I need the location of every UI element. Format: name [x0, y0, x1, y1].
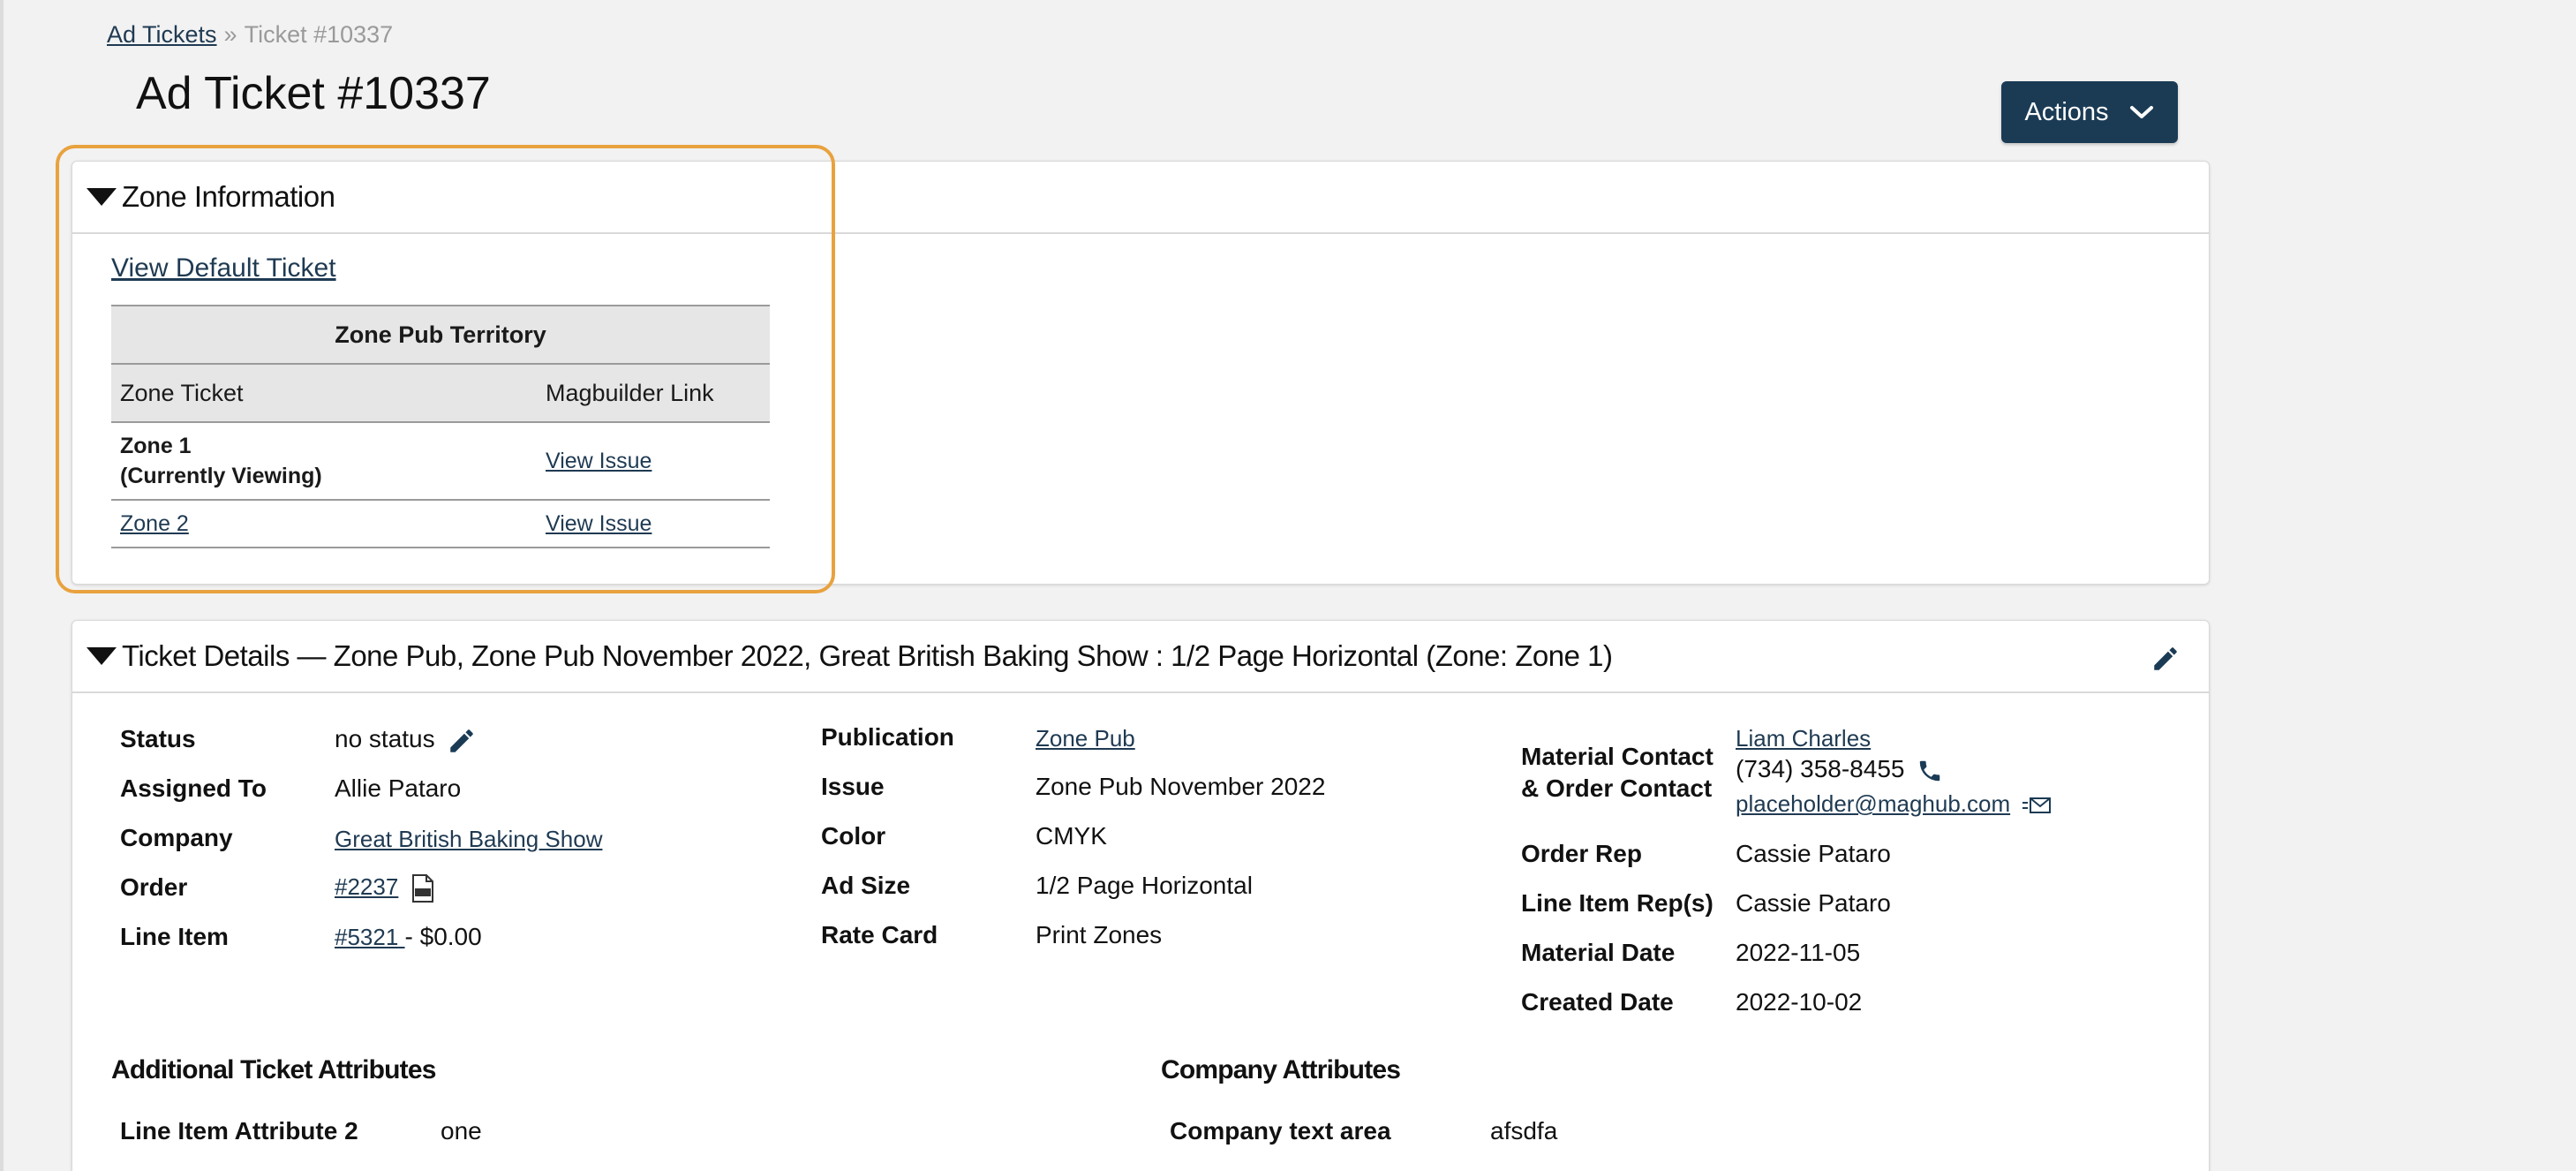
pdf-icon[interactable] [411, 874, 435, 903]
chevron-down-icon [2129, 106, 2153, 118]
pencil-icon[interactable] [447, 726, 477, 756]
breadcrumb: Ad Tickets» Ticket #10337 [107, 21, 393, 49]
line-item-reps-value: Cassie Pataro [1736, 889, 1891, 917]
zone-information-panel: Zone Information View Default Ticket Zon… [72, 161, 2210, 585]
caret-down-icon [87, 188, 117, 206]
line-item-label: Line Item [120, 923, 229, 950]
material-date-label: Material Date [1521, 939, 1676, 966]
rate-card-value: Print Zones [1036, 921, 1163, 948]
created-date-value: 2022-10-02 [1736, 988, 1863, 1016]
table-row: Zone 2 View Issue [111, 500, 770, 548]
assigned-to-label: Assigned To [120, 774, 267, 802]
zone-1-view-issue-link[interactable]: View Issue [546, 449, 652, 473]
breadcrumb-current: Ticket #10337 [244, 21, 394, 48]
status-value: no status [335, 725, 477, 756]
publication-link[interactable]: Zone Pub [1036, 725, 1135, 752]
company-attributes-title: Company Attributes [1161, 1055, 1401, 1084]
status-text: no status [335, 725, 435, 752]
created-date-label: Created Date [1521, 988, 1674, 1016]
order-contact-label: & Order Contact [1521, 774, 1713, 802]
zone-ticket-column-header: Zone Ticket [111, 364, 537, 423]
contact-phone-text: (734) 358-8455 [1736, 755, 1905, 782]
send-email-icon[interactable] [2022, 796, 2052, 815]
contact-name-link[interactable]: Liam Charles [1736, 725, 1871, 752]
issue-value: Zone Pub November 2022 [1036, 773, 1326, 800]
left-edge-rule [0, 0, 4, 1171]
pencil-icon[interactable] [2150, 644, 2181, 674]
table-row: Zone 1 (Currently Viewing) View Issue [111, 422, 770, 501]
order-rep-label: Order Rep [1521, 840, 1642, 867]
breadcrumb-ad-tickets-link[interactable]: Ad Tickets [107, 21, 217, 48]
page-title: Ad Ticket #10337 [136, 68, 491, 119]
currently-viewing-note: (Currently Viewing) [120, 464, 322, 488]
line-item-price: - $0.00 [404, 923, 482, 950]
material-date-value: 2022-11-05 [1736, 939, 1861, 966]
ad-size-value: 1/2 Page Horizontal [1036, 872, 1253, 899]
order-rep-value: Cassie Pataro [1736, 840, 1891, 867]
order-label: Order [120, 873, 188, 901]
line-item-value: #5321 - $0.00 [335, 923, 482, 951]
status-label: Status [120, 725, 196, 752]
company-link[interactable]: Great British Baking Show [335, 826, 602, 853]
contact-label: Material Contact & Order Contact [1521, 741, 1714, 805]
contact-email: placeholder@maghub.com [1736, 790, 2052, 818]
zone-information-header[interactable]: Zone Information [72, 162, 2209, 234]
rate-card-label: Rate Card [821, 921, 938, 948]
publication-label: Publication [821, 723, 954, 751]
contact-phone: (734) 358-8455 [1736, 755, 1943, 784]
ticket-details-header[interactable]: Ticket Details — Zone Pub, Zone Pub Nove… [72, 621, 2209, 693]
color-label: Color [821, 822, 886, 850]
line-item-link[interactable]: #5321 [335, 924, 405, 950]
view-default-ticket-link[interactable]: View Default Ticket [111, 253, 336, 283]
actions-button[interactable]: Actions [2001, 81, 2178, 143]
zone-information-title: Zone Information [122, 180, 335, 213]
zone-2-view-issue-link[interactable]: View Issue [546, 511, 652, 536]
company-text-area-label: Company text area [1170, 1117, 1391, 1145]
caret-down-icon [87, 647, 117, 665]
assigned-to-value: Allie Pataro [335, 774, 462, 802]
line-item-reps-label: Line Item Rep(s) [1521, 889, 1714, 917]
magbuilder-link-column-header: Magbuilder Link [537, 364, 770, 423]
additional-ticket-attributes-title: Additional Ticket Attributes [111, 1055, 436, 1084]
actions-button-label: Actions [2024, 97, 2109, 126]
ad-size-label: Ad Size [821, 872, 911, 899]
order-value: #2237 [335, 873, 435, 903]
phone-icon[interactable] [1917, 758, 1943, 784]
color-value: CMYK [1036, 822, 1107, 850]
line-item-attribute-2-value: one [441, 1117, 482, 1145]
zone-1-label: Zone 1 [120, 434, 192, 458]
zone-table: Zone Pub Territory Zone Ticket Magbuilde… [111, 305, 770, 548]
company-text-area-value: afsdfa [1490, 1117, 1558, 1145]
line-item-attribute-2-label: Line Item Attribute 2 [120, 1117, 358, 1145]
contact-email-link[interactable]: placeholder@maghub.com [1736, 790, 2010, 817]
zone-table-group-header: Zone Pub Territory [111, 305, 770, 365]
company-label: Company [120, 824, 233, 851]
ticket-details-panel: Ticket Details — Zone Pub, Zone Pub Nove… [72, 620, 2210, 1171]
material-contact-label: Material Contact [1521, 743, 1714, 770]
breadcrumb-separator: » [223, 21, 237, 48]
issue-label: Issue [821, 773, 885, 800]
ticket-details-title: Ticket Details — Zone Pub, Zone Pub Nove… [122, 639, 1613, 672]
order-link[interactable]: #2237 [335, 873, 398, 900]
zone-2-link[interactable]: Zone 2 [120, 511, 189, 536]
